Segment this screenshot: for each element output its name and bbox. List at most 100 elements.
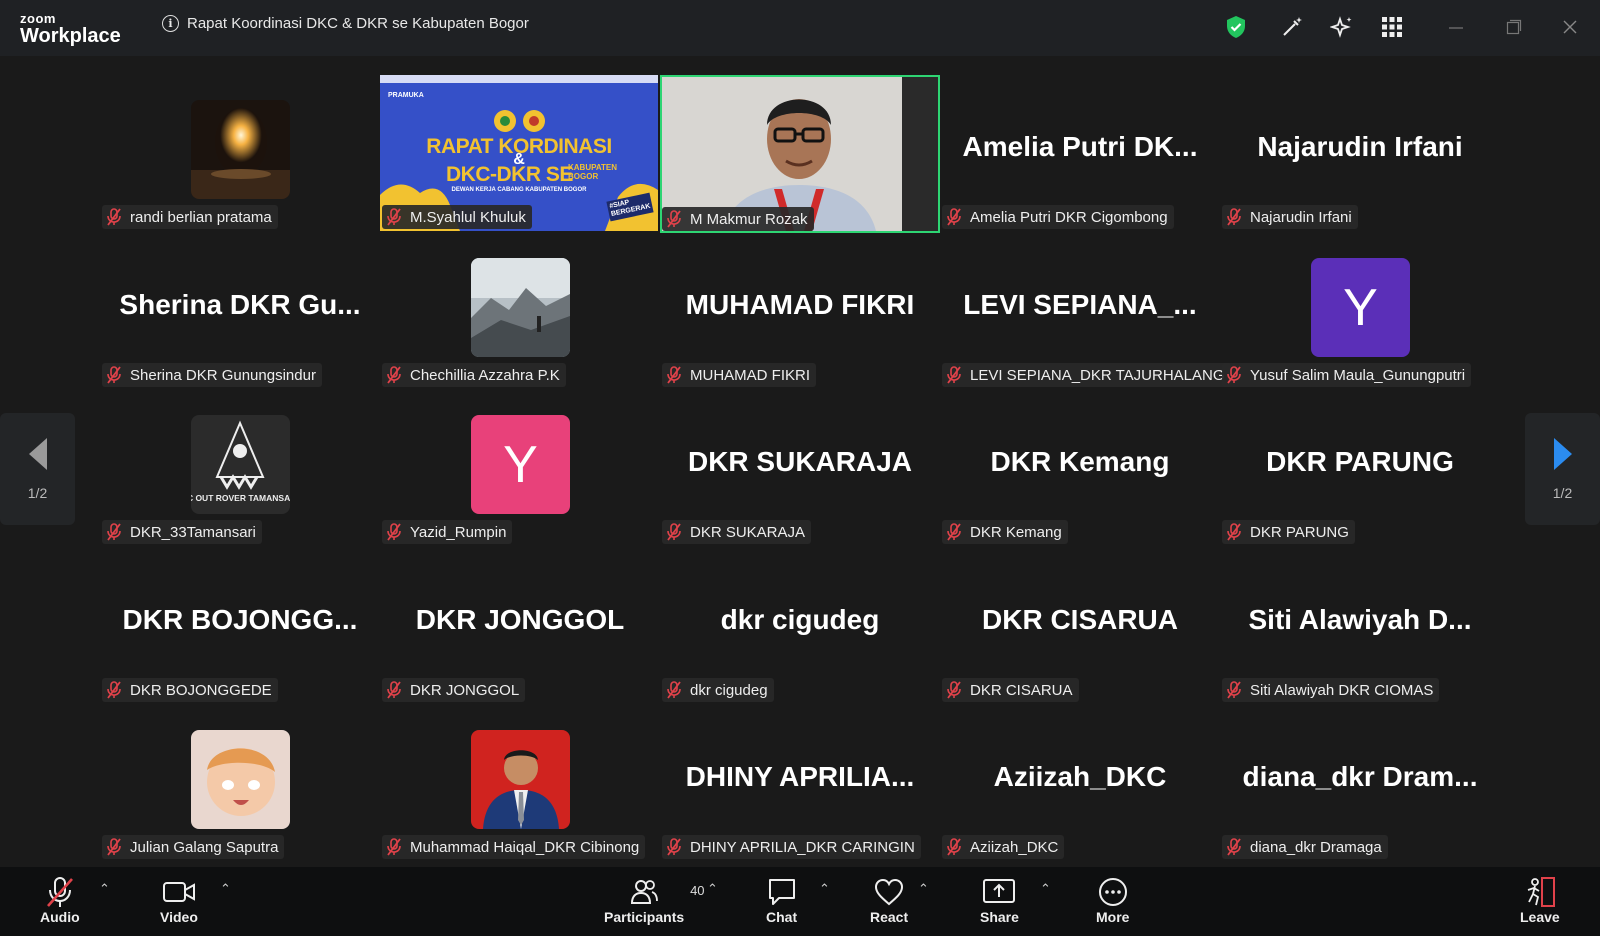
react-label: React: [870, 909, 909, 925]
share-button[interactable]: Share: [980, 875, 1019, 925]
video-label: Video: [160, 909, 198, 925]
participant-tile[interactable]: Julian Galang Saputra: [100, 703, 380, 861]
participant-name: Amelia Putri DKR Cigombong: [970, 208, 1168, 226]
profile-photo: [471, 258, 570, 357]
participant-name-tag: DKR Kemang: [942, 520, 1068, 544]
chat-bubble-icon: [767, 875, 797, 909]
participant-display-name: Siti Alawiyah D...: [1248, 604, 1472, 635]
video-button[interactable]: Video: [160, 875, 198, 925]
participant-name: Muhammad Haiqal_DKR Cibinong: [410, 838, 640, 856]
participant-tile[interactable]: DKR JONGGOL DKR JONGGOL: [380, 546, 660, 704]
participant-tile[interactable]: LEVI SEPIANA_... LEVI SEPIANA_DKR TAJURHA…: [940, 231, 1231, 389]
minimize-icon[interactable]: [1443, 14, 1469, 40]
participant-display-name: DKR CISARUA: [982, 604, 1178, 635]
participant-name-tag: DHINY APRILIA_DKR CARINGIN: [662, 835, 921, 859]
chat-label: Chat: [766, 909, 798, 925]
more-dots-icon: [1098, 875, 1128, 909]
participant-display-name: DHINY APRILIA...: [685, 761, 915, 792]
participant-tile[interactable]: SC OUT ROVER TAMANSARI DKR_33Tamansari: [100, 388, 380, 546]
mic-muted-icon: [946, 681, 962, 699]
participant-tile[interactable]: randi berlian pratama: [100, 73, 380, 231]
meeting-title: Rapat Koordinasi DKC & DKR se Kabupaten …: [187, 15, 529, 32]
participant-name-tag: DKR_33Tamansari: [102, 520, 262, 544]
react-button[interactable]: React: [870, 875, 908, 925]
arrow-left-icon: [28, 438, 47, 470]
mic-muted-icon: [45, 875, 75, 909]
info-icon[interactable]: i: [162, 15, 179, 32]
participant-tile[interactable]: DKR CISARUA DKR CISARUA: [940, 546, 1220, 704]
meeting-info[interactable]: i Rapat Koordinasi DKC & DKR se Kabupate…: [162, 15, 529, 32]
shield-check-icon[interactable]: [1223, 14, 1249, 40]
letter-avatar: Y: [471, 415, 570, 514]
mic-muted-icon: [106, 366, 122, 384]
letter-avatar: Y: [1311, 258, 1410, 357]
participant-tile[interactable]: Najarudin Irfani Najarudin Irfani: [1220, 73, 1500, 231]
next-page-button[interactable]: 1/2: [1525, 413, 1600, 525]
leave-button[interactable]: Leave: [1520, 875, 1560, 925]
participant-display-name: Aziizah_DKC: [993, 761, 1167, 792]
participant-tile[interactable]: DKR BOJONGG... DKR BOJONGGEDE: [100, 546, 380, 704]
participant-name-tag: Chechillia Azzahra P.K: [382, 363, 566, 387]
participant-tile[interactable]: Sherina DKR Gu... Sherina DKR Gunungsindu…: [100, 231, 380, 389]
share-screen-icon: [983, 875, 1016, 909]
mic-muted-icon: [1226, 366, 1242, 384]
chat-button[interactable]: Chat: [766, 875, 797, 925]
profile-photo: SC OUT ROVER TAMANSARI: [191, 415, 290, 514]
profile-photo: [191, 100, 290, 199]
react-options-caret[interactable]: ⌃: [918, 881, 929, 897]
page-indicator-right: 1/2: [1552, 485, 1573, 501]
more-label: More: [1096, 909, 1130, 925]
participant-display-name: DKR JONGGOL: [415, 604, 625, 635]
participants-button[interactable]: 40 Participants: [604, 875, 705, 925]
title-bar: zoom Workplace i Rapat Koordinasi DKC & …: [0, 0, 1600, 56]
participant-tile[interactable]: Y Yusuf Salim Maula_Gunungputri: [1220, 231, 1500, 389]
more-button[interactable]: More: [1096, 875, 1129, 925]
participants-options-caret[interactable]: ⌃: [707, 881, 718, 897]
audio-button[interactable]: Audio: [40, 875, 80, 925]
participant-name-tag: DKR PARUNG: [1222, 520, 1355, 544]
participant-display-name: LEVI SEPIANA_...: [963, 289, 1197, 320]
participant-name: DKR CISARUA: [970, 681, 1073, 699]
participant-tile[interactable]: dkr cigudeg dkr cigudeg: [660, 546, 940, 704]
chat-options-caret[interactable]: ⌃: [819, 881, 830, 897]
participant-display-name: MUHAMAD FIKRI: [685, 289, 915, 320]
participant-tile[interactable]: Amelia Putri DK... Amelia Putri DKR Cigom…: [940, 73, 1220, 231]
participant-display-name: DKR BOJONGG...: [122, 604, 358, 635]
participant-name-tag: DKR CISARUA: [942, 678, 1079, 702]
mic-muted-icon: [106, 838, 122, 856]
video-options-caret[interactable]: ⌃: [220, 881, 231, 897]
participant-tile[interactable]: Aziizah_DKC Aziizah_DKC: [940, 703, 1220, 861]
heart-icon: [874, 875, 904, 909]
mic-muted-icon: [386, 681, 402, 699]
participant-tile[interactable]: Muhammad Haiqal_DKR Cibinong: [380, 703, 660, 861]
participant-name-tag: Yazid_Rumpin: [382, 520, 513, 544]
participant-tile[interactable]: PRAMUKA RAPAT KORDINASI & DKC-DKR SE KABUPAT…: [380, 75, 658, 231]
sparkle-icon[interactable]: [1329, 14, 1355, 40]
participant-tile[interactable]: Chechillia Azzahra P.K: [380, 231, 660, 389]
participant-tile[interactable]: Siti Alawiyah D... Siti Alawiyah DKR CIOM…: [1220, 546, 1500, 704]
mic-muted-icon: [946, 208, 962, 226]
participant-name-tag: dkr cigudeg: [662, 678, 774, 702]
share-options-caret[interactable]: ⌃: [1040, 881, 1051, 897]
mic-muted-icon: [106, 523, 122, 541]
mic-muted-icon: [666, 523, 682, 541]
participant-tile[interactable]: MUHAMAD FIKRI MUHAMAD FIKRI: [660, 231, 940, 389]
mic-muted-icon: [106, 208, 122, 226]
participant-tile[interactable]: M Makmur Rozak: [660, 75, 940, 233]
participant-tile[interactable]: Y Yazid_Rumpin: [380, 388, 660, 546]
close-icon[interactable]: [1557, 14, 1583, 40]
shared-subline: DEWAN KERJA CABANG KABUPATEN BOGOR: [451, 187, 587, 193]
participant-tile[interactable]: DKR Kemang DKR Kemang: [940, 388, 1220, 546]
apps-grid-icon[interactable]: [1379, 14, 1405, 40]
participant-tile[interactable]: DKR SUKARAJA DKR SUKARAJA: [660, 388, 940, 546]
prev-page-button[interactable]: 1/2: [0, 413, 75, 525]
participant-tile[interactable]: DHINY APRILIA... DHINY APRILIA_DKR CARING…: [660, 703, 940, 861]
magic-wand-icon[interactable]: [1279, 14, 1305, 40]
participant-tile[interactable]: diana_dkr Dram... diana_dkr Dramaga: [1220, 703, 1500, 861]
maximize-icon[interactable]: [1501, 14, 1527, 40]
participant-name: DKR JONGGOL: [410, 681, 520, 699]
camera-icon: [162, 875, 195, 909]
participant-tile[interactable]: DKR PARUNG DKR PARUNG: [1220, 388, 1500, 546]
mic-muted-icon: [386, 366, 402, 384]
audio-options-caret[interactable]: ⌃: [99, 881, 110, 897]
